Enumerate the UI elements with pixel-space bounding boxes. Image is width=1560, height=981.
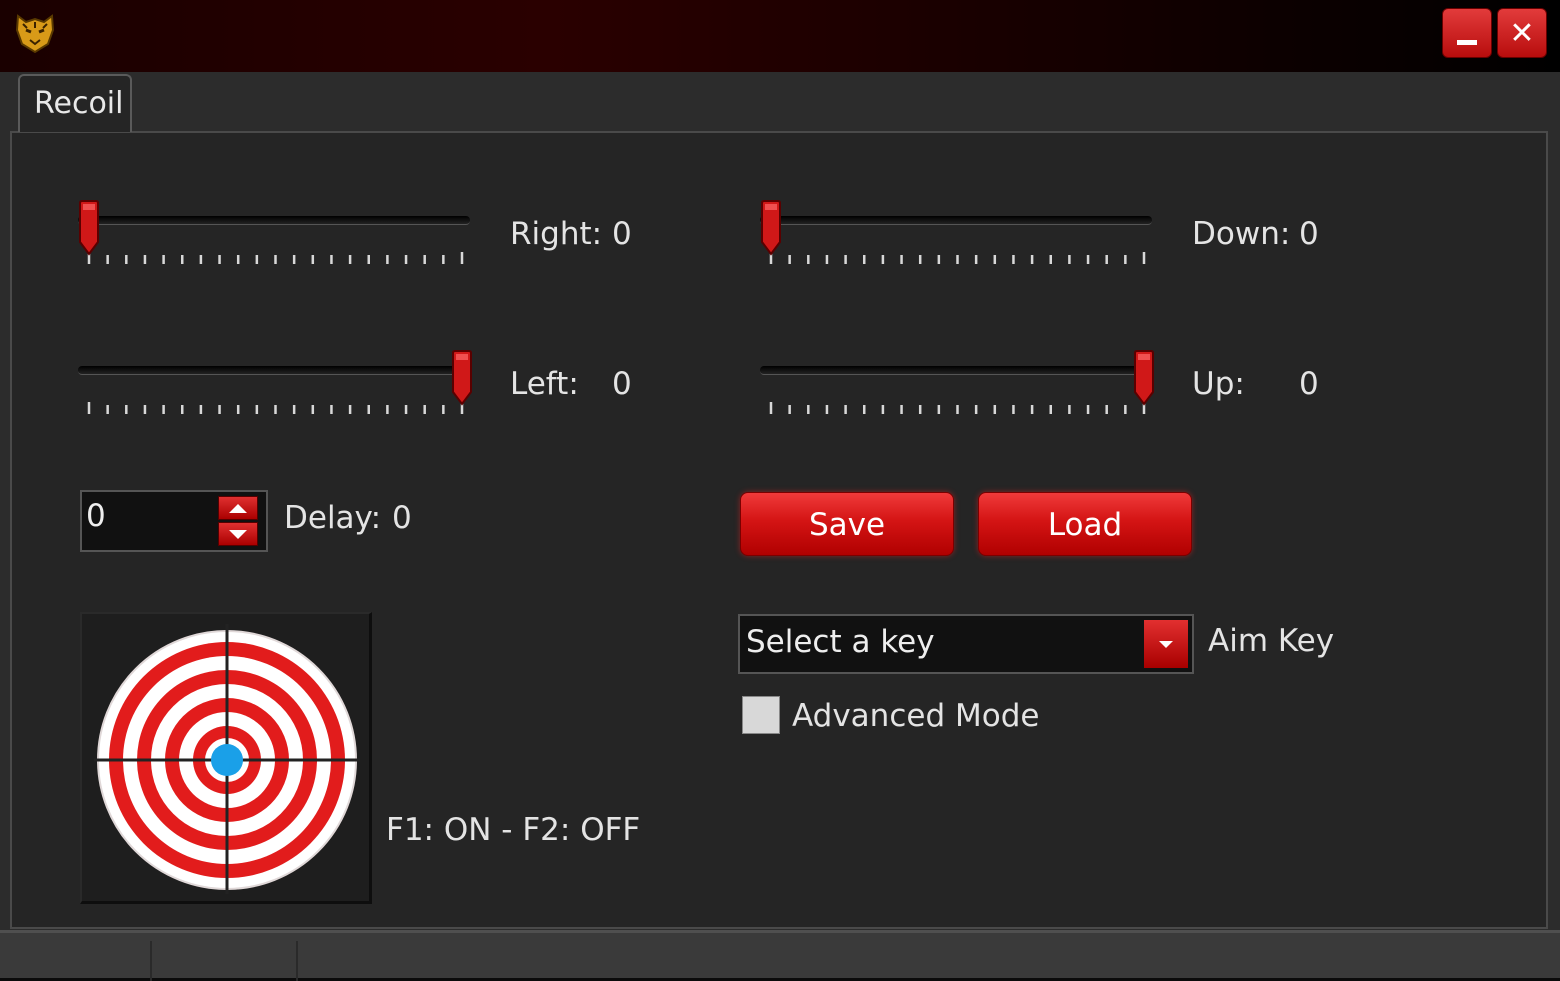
slider-ticks xyxy=(87,252,464,264)
down-slider[interactable] xyxy=(760,200,1160,270)
right-value: 0 xyxy=(612,216,632,252)
slider-track xyxy=(760,216,1152,225)
slider-thumb[interactable] xyxy=(760,200,782,256)
advanced-mode-checkbox[interactable] xyxy=(742,696,780,734)
left-value: 0 xyxy=(612,366,632,402)
status-bar xyxy=(0,930,1560,981)
left-slider[interactable] xyxy=(78,350,478,420)
slider-track xyxy=(760,366,1152,375)
slider-thumb[interactable] xyxy=(1133,350,1155,406)
save-button[interactable]: Save xyxy=(740,492,954,556)
dropdown-button[interactable] xyxy=(1144,620,1188,668)
slider-thumb[interactable] xyxy=(451,350,473,406)
down-value: 0 xyxy=(1299,216,1319,252)
right-slider[interactable] xyxy=(78,200,478,270)
tab-recoil[interactable]: Recoil xyxy=(18,74,132,132)
delay-label: Delay: xyxy=(284,500,382,536)
status-divider xyxy=(150,941,152,981)
slider-thumb[interactable] xyxy=(78,200,100,256)
aim-key-selected: Select a key xyxy=(746,624,935,660)
tab-recoil-label: Recoil xyxy=(34,86,124,121)
left-label: Left: xyxy=(510,366,579,402)
status-divider xyxy=(296,941,298,981)
slider-track xyxy=(78,366,470,375)
up-slider[interactable] xyxy=(760,350,1160,420)
advanced-mode-label: Advanced Mode xyxy=(792,698,1040,734)
minimize-icon xyxy=(1457,39,1477,45)
slider-ticks xyxy=(769,252,1146,264)
slider-track xyxy=(78,216,470,225)
tiger-logo-icon xyxy=(15,14,55,54)
aim-key-select[interactable]: Select a key xyxy=(738,614,1194,674)
delay-spinner[interactable]: 0 xyxy=(80,490,268,552)
up-value: 0 xyxy=(1299,366,1319,402)
spinner-down-button[interactable] xyxy=(218,522,258,546)
spinner-buttons xyxy=(218,496,258,548)
spinner-up-button[interactable] xyxy=(218,496,258,520)
up-label: Up: xyxy=(1192,366,1245,402)
slider-ticks xyxy=(87,402,464,414)
close-icon: ✕ xyxy=(1509,15,1535,51)
slider-ticks xyxy=(769,402,1146,414)
minimize-button[interactable] xyxy=(1442,8,1492,58)
title-bar: ✕ xyxy=(0,0,1560,72)
hotkeys-hint: F1: ON - F2: OFF xyxy=(386,812,641,848)
aim-key-label: Aim Key xyxy=(1208,623,1335,659)
down-label: Down: xyxy=(1192,216,1291,252)
delay-value: 0 xyxy=(392,500,412,536)
arrow-up-icon xyxy=(229,503,247,513)
load-button[interactable]: Load xyxy=(978,492,1192,556)
arrow-down-icon xyxy=(229,529,247,539)
right-label: Right: xyxy=(510,216,603,252)
chevron-down-icon xyxy=(1159,640,1173,648)
close-button[interactable]: ✕ xyxy=(1497,8,1547,58)
target-image-frame xyxy=(80,612,372,904)
target-icon xyxy=(94,624,360,894)
delay-input[interactable]: 0 xyxy=(86,498,106,534)
